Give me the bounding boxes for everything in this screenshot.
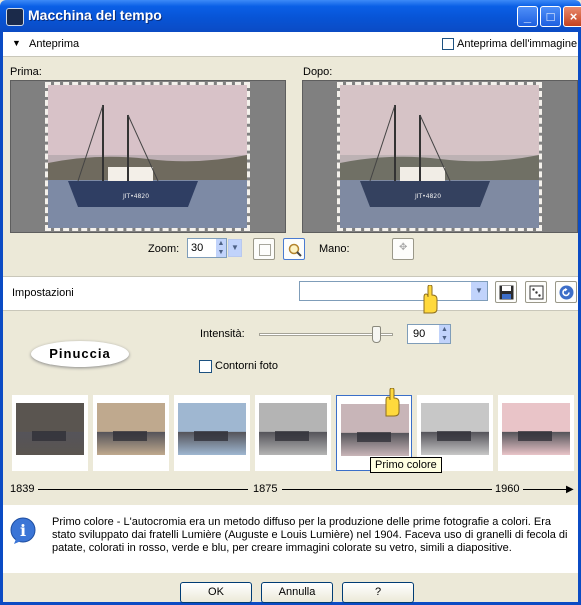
intensity-label: Intensità: [200, 328, 245, 340]
thumb-1960[interactable] [498, 395, 574, 471]
tooltip: Primo colore [370, 457, 442, 473]
reset-arrow-icon [559, 285, 574, 300]
timeline-start-year: 1839 [10, 483, 35, 495]
thumb-sepia-image [97, 403, 165, 455]
dice-icon [529, 285, 544, 300]
preset-dropdown-icon[interactable]: ▼ [471, 282, 487, 300]
thumb-1960-boat [518, 431, 552, 441]
hand-tool-button[interactable]: ✥ [392, 238, 414, 260]
hand-pointer-icon-2 [385, 388, 400, 417]
after-boat-name: JIT•4820 [414, 193, 441, 200]
timeline-end-year: 1960 [495, 483, 520, 495]
frame-edges-checkbox[interactable] [199, 360, 212, 373]
thumb-cyanotype-boat [194, 431, 228, 441]
thumb-bw-boat [275, 431, 309, 441]
watermark-badge: Pinuccia [31, 341, 129, 367]
before-photo: JIT•4820 [45, 82, 250, 231]
zoom-dropdown-icon[interactable]: ▼ [228, 239, 242, 257]
after-preview-pane[interactable]: JIT•4820 [302, 80, 578, 233]
before-boat-name: JIT•4820 [122, 193, 149, 200]
thumb-1839-boat [32, 431, 66, 441]
preview-toggle-label[interactable]: Anteprima [29, 38, 79, 50]
maximize-button[interactable]: □ [540, 6, 561, 27]
help-button[interactable]: ? [342, 582, 414, 603]
image-preview-checkbox[interactable] [442, 38, 454, 50]
minimize-button[interactable]: _ [517, 6, 538, 27]
window-title: Macchina del tempo [28, 7, 162, 23]
intensity-spinner[interactable]: ▲ ▼ [439, 325, 450, 343]
thumb-cyanotype-image [178, 403, 246, 455]
thumb-sepia-boat [113, 431, 147, 441]
fit-window-button[interactable] [253, 238, 275, 260]
randomize-button[interactable] [525, 281, 547, 303]
info-text: Primo colore - L'autocromia era un metod… [52, 516, 568, 554]
thumb-1839-image [16, 403, 84, 455]
before-label: Prima: [10, 66, 42, 78]
thumb-1960-image [502, 403, 570, 455]
timeline-axis-right [282, 489, 492, 490]
thumb-bw[interactable] [255, 395, 331, 471]
zoom-value: 30 [191, 242, 204, 254]
settings-label: Impostazioni [12, 287, 74, 299]
intensity-value: 90 [413, 328, 426, 340]
floppy-disk-icon [499, 285, 514, 300]
watermark-text: Pinuccia [49, 346, 111, 361]
thumb-sepia[interactable] [93, 395, 169, 471]
timeline-axis-left [38, 489, 248, 490]
thumb-1839[interactable] [12, 395, 88, 471]
title-bar[interactable]: Macchina del tempo _ □ × [0, 0, 581, 32]
thumb-bw-2-image [421, 403, 489, 455]
frame-edges-label: Contorni foto [215, 360, 278, 372]
thumb-cyanotype[interactable] [174, 395, 250, 471]
app-icon [6, 8, 24, 26]
fit-window-icon [259, 244, 271, 256]
before-preview-pane[interactable]: JIT•4820 [10, 80, 286, 233]
zoom-tool-button[interactable] [283, 238, 305, 260]
thumb-primo-colore-boat [357, 432, 391, 442]
reset-button[interactable] [555, 281, 577, 303]
thumb-bw-2-boat [437, 431, 471, 441]
info-icon: i [10, 517, 36, 544]
after-photo: JIT•4820 [337, 82, 542, 231]
zoom-label: Zoom: [148, 243, 180, 255]
zoom-spinner[interactable]: ▲ ▼ [216, 239, 226, 257]
image-preview-label: Anteprima dell'immagine [457, 38, 578, 50]
svg-text:i: i [20, 521, 26, 540]
hand-pointer-icon [423, 285, 438, 314]
close-button[interactable]: × [563, 6, 581, 27]
cancel-button[interactable]: Annulla [261, 582, 333, 603]
ok-button[interactable]: OK [180, 582, 252, 603]
settings-strip [3, 276, 578, 311]
move-icon: ✥ [399, 242, 408, 253]
hand-label: Mano: [319, 243, 350, 255]
save-preset-button[interactable] [495, 281, 517, 303]
timeline-axis-end [523, 489, 568, 490]
timeline-arrow-icon: ▶ [566, 484, 574, 495]
preset-select[interactable]: ▼ [299, 281, 488, 301]
thumb-bw-image [259, 403, 327, 455]
timeline-mid-year: 1875 [253, 483, 278, 495]
magnifier-icon [288, 243, 302, 257]
intensity-slider-thumb[interactable] [371, 326, 381, 343]
after-label: Dopo: [303, 66, 333, 78]
collapse-triangle-icon[interactable]: ▼ [12, 38, 21, 48]
